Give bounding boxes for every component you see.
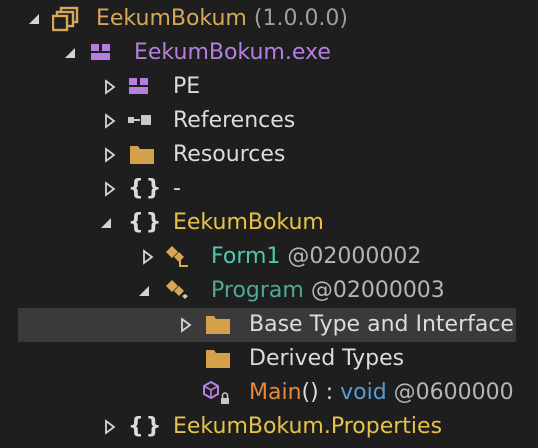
form1-name: Form1 (211, 244, 281, 269)
collapsed-arrow-icon[interactable] (102, 79, 118, 95)
tree-node-namespace-empty[interactable]: {} - (0, 172, 538, 206)
assembly-name: EekumBokum (96, 6, 247, 31)
program-name: Program (211, 278, 304, 303)
method-icon (203, 380, 229, 404)
assembly-icon (52, 6, 79, 32)
module-label: EekumBokum.exe (134, 40, 331, 65)
tree-node-namespace-properties[interactable]: {} EekumBokum.Properties (0, 410, 538, 444)
main-method-token: @0600000 (393, 380, 514, 405)
derived-types-label: Derived Types (249, 346, 405, 371)
form1-label: Form1 @02000002 (211, 242, 421, 272)
collapsed-arrow-icon[interactable] (102, 147, 118, 163)
folder-icon (206, 350, 230, 368)
collapsed-arrow-icon[interactable] (178, 317, 194, 333)
main-method-label: Main() : void @0600000 (249, 378, 514, 408)
base-types-label: Base Type and Interface (249, 312, 514, 337)
tree-node-references[interactable]: References (0, 104, 538, 138)
main-method-name: Main (249, 380, 302, 405)
expanded-arrow-icon[interactable] (98, 215, 114, 231)
expanded-arrow-icon[interactable] (26, 11, 42, 27)
folder-icon (130, 146, 154, 164)
class-icon (166, 246, 188, 267)
folder-icon (206, 316, 230, 334)
expanded-arrow-icon[interactable] (136, 283, 152, 299)
program-label: Program @02000003 (211, 276, 445, 306)
collapsed-arrow-icon[interactable] (102, 181, 118, 197)
namespace-icon: {} (128, 210, 164, 235)
references-icon (128, 115, 151, 125)
namespace-empty-label: - (173, 176, 181, 201)
main-method-return-type: void (340, 380, 387, 405)
collapsed-arrow-icon[interactable] (140, 249, 156, 265)
namespace-icon: {} (128, 176, 164, 201)
right-edge (516, 0, 538, 448)
tree-node-pe[interactable]: PE (0, 70, 538, 104)
namespace-properties-label: EekumBokum.Properties (173, 414, 443, 439)
tree-node-form1[interactable]: Form1 @02000002 (0, 240, 538, 274)
assembly-version: (1.0.0.0) (253, 6, 349, 31)
references-label: References (173, 108, 296, 133)
tree-node-resources[interactable]: Resources (0, 138, 538, 172)
main-method-parens: () (301, 380, 319, 405)
tree-node-program[interactable]: Program @02000003 (0, 274, 538, 308)
static-class-icon (166, 280, 188, 299)
tree-node-base-types[interactable]: Base Type and Interface (18, 308, 516, 342)
tree-node-assembly[interactable]: EekumBokum (1.0.0.0) (0, 2, 538, 36)
collapsed-arrow-icon[interactable] (102, 419, 118, 435)
module-icon (91, 44, 110, 60)
pe-icon (129, 78, 148, 94)
tree-node-main-method[interactable]: Main() : void @0600000 (0, 376, 538, 410)
namespace-icon: {} (128, 414, 164, 439)
program-token: @02000003 (310, 278, 445, 303)
tree-node-derived-types[interactable]: Derived Types (0, 342, 538, 376)
form1-token: @02000002 (287, 244, 422, 269)
main-method-sep: : (318, 380, 341, 405)
pe-label: PE (173, 74, 201, 99)
tree-node-namespace-eekumbokum[interactable]: {} EekumBokum (0, 206, 538, 240)
resources-label: Resources (173, 142, 286, 167)
collapsed-arrow-icon[interactable] (102, 113, 118, 129)
tree-node-module[interactable]: EekumBokum.exe (0, 36, 538, 70)
namespace-eekumbokum-label: EekumBokum (173, 210, 324, 235)
assembly-label: EekumBokum (1.0.0.0) (96, 4, 348, 34)
expanded-arrow-icon[interactable] (62, 45, 78, 61)
assembly-explorer-tree: EekumBokum (1.0.0.0) EekumBokum.exe PE R… (0, 0, 538, 448)
